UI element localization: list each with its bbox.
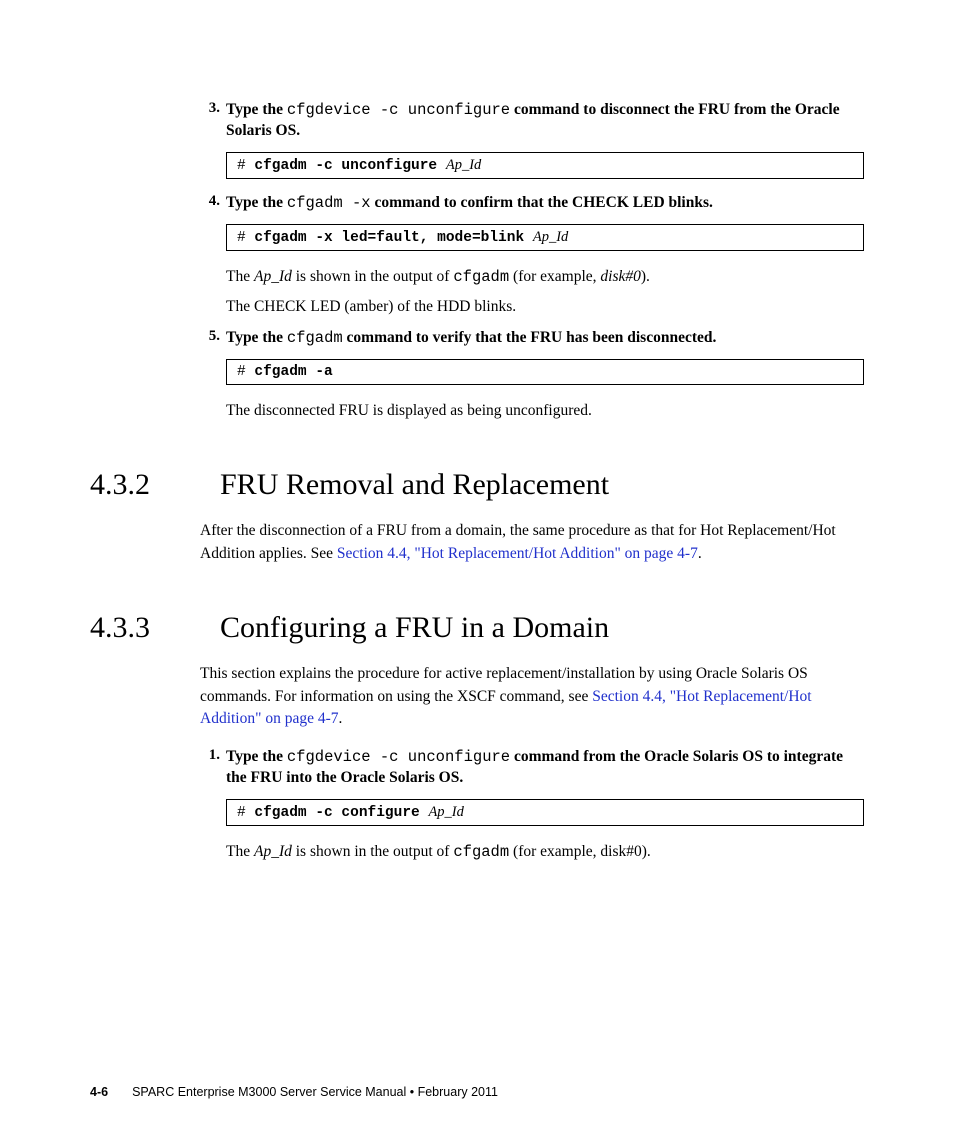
code-block: # cfgadm -c unconfigure Ap_Id: [226, 152, 864, 179]
text: (for example,: [509, 268, 600, 285]
paragraph: The CHECK LED (amber) of the HDD blinks.: [226, 295, 864, 318]
step-1: 1. Type the cfgdevice -c unconfigure com…: [200, 747, 864, 789]
text: (for example, disk#0).: [509, 843, 651, 860]
text: is shown in the output of: [292, 843, 453, 860]
command: cfgadm -a: [254, 364, 332, 380]
step-number: 3.: [200, 100, 226, 142]
prompt: #: [237, 364, 254, 380]
mono-text: cfgadm: [453, 268, 509, 286]
text: Type the: [226, 101, 287, 118]
text: The: [226, 843, 254, 860]
code-block: # cfgadm -c configure Ap_Id: [226, 799, 864, 826]
text: .: [339, 710, 343, 727]
section-body: After the disconnection of a FRU from a …: [200, 520, 864, 565]
text: .: [698, 545, 702, 562]
cross-reference-link[interactable]: Section 4.4, "Hot Replacement/Hot Additi…: [337, 545, 698, 562]
command-text: cfgdevice -c unconfigure: [287, 101, 510, 119]
paragraph: The Ap_Id is shown in the output of cfga…: [226, 840, 864, 864]
paragraph: The disconnected FRU is displayed as bei…: [226, 399, 864, 422]
mono-text: cfgadm: [453, 843, 509, 861]
section-title: FRU Removal and Replacement: [220, 468, 609, 502]
code-block: # cfgadm -a: [226, 359, 864, 385]
text: Type the: [226, 194, 287, 211]
text: The: [226, 268, 254, 285]
prompt: #: [237, 805, 254, 821]
prompt: #: [237, 230, 254, 246]
section-number: 4.3.3: [90, 611, 220, 645]
argument: Ap_Id: [446, 157, 481, 173]
paragraph: This section explains the procedure for …: [200, 663, 864, 730]
text: ).: [641, 268, 650, 285]
command-text: cfgadm: [287, 329, 343, 347]
paragraph: After the disconnection of a FRU from a …: [200, 520, 864, 565]
italic-text: Ap_Id: [254, 843, 292, 860]
command-text: cfgadm -x: [287, 194, 371, 212]
step-text: Type the cfgadm command to verify that t…: [226, 328, 864, 349]
command: cfgadm -x led=fault, mode=blink: [254, 230, 532, 246]
argument: Ap_Id: [533, 229, 568, 245]
step-text: Type the cfgadm -x command to confirm th…: [226, 193, 864, 214]
italic-text: Ap_Id: [254, 268, 292, 285]
section-heading-433: 4.3.3 Configuring a FRU in a Domain: [90, 611, 864, 645]
prompt: #: [237, 158, 254, 174]
section-title: Configuring a FRU in a Domain: [220, 611, 609, 645]
step-number: 4.: [200, 193, 226, 214]
page-footer: 4-6 SPARC Enterprise M3000 Server Service…: [90, 1085, 864, 1099]
paragraph: The Ap_Id is shown in the output of cfga…: [226, 265, 864, 289]
text: Type the: [226, 748, 287, 765]
italic-text: disk#0: [600, 268, 640, 285]
step-number: 5.: [200, 328, 226, 349]
step-text: Type the cfgdevice -c unconfigure comman…: [226, 747, 864, 789]
text: Type the: [226, 329, 287, 346]
page: 3. Type the cfgdevice -c unconfigure com…: [0, 0, 954, 1145]
section-number: 4.3.2: [90, 468, 220, 502]
page-number: 4-6: [90, 1085, 108, 1099]
text: is shown in the output of: [292, 268, 453, 285]
command-text: cfgdevice -c unconfigure: [287, 748, 510, 766]
command: cfgadm -c unconfigure: [254, 158, 445, 174]
step-4: 4. Type the cfgadm -x command to confirm…: [200, 193, 864, 214]
step-3: 3. Type the cfgdevice -c unconfigure com…: [200, 100, 864, 142]
step-text: Type the cfgdevice -c unconfigure comman…: [226, 100, 864, 142]
code-block: # cfgadm -x led=fault, mode=blink Ap_Id: [226, 224, 864, 251]
step-number: 1.: [200, 747, 226, 789]
section-body: This section explains the procedure for …: [200, 663, 864, 864]
argument: Ap_Id: [428, 804, 463, 820]
text: command to verify that the FRU has been …: [343, 329, 717, 346]
footer-title: SPARC Enterprise M3000 Server Service Ma…: [132, 1085, 498, 1099]
section-heading-432: 4.3.2 FRU Removal and Replacement: [90, 468, 864, 502]
text: command to confirm that the CHECK LED bl…: [371, 194, 713, 211]
command: cfgadm -c configure: [254, 805, 428, 821]
step-5: 5. Type the cfgadm command to verify tha…: [200, 328, 864, 349]
content-column: 3. Type the cfgdevice -c unconfigure com…: [200, 100, 864, 422]
